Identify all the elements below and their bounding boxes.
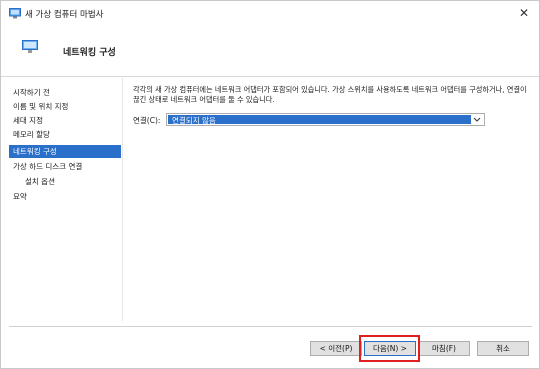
- page-title: 네트워킹 구성: [63, 48, 116, 58]
- previous-button[interactable]: < 이전(P): [310, 341, 362, 356]
- chevron-down-icon: [473, 116, 481, 125]
- close-button[interactable]: ✕: [513, 4, 535, 22]
- sidebar-divider: [122, 78, 123, 321]
- connection-dropdown-value: 연결되지 않음: [172, 116, 216, 125]
- hyper-v-window-icon: [9, 8, 21, 21]
- wizard-window: 새 가상 컴퓨터 마법사 ✕ 네트워킹 구성 시작하기 전 이름 및 위치 지정…: [0, 0, 540, 369]
- close-icon: ✕: [518, 6, 530, 20]
- sidebar-item-networking[interactable]: 네트워킹 구성: [9, 145, 121, 158]
- connection-dropdown-selection: 연결되지 않음: [168, 115, 471, 125]
- finish-button[interactable]: 마침(F): [418, 341, 470, 356]
- sidebar-item-name-location[interactable]: 이름 및 위치 지정: [9, 100, 121, 113]
- sidebar-item-generation[interactable]: 세대 지정: [9, 114, 121, 127]
- networking-description: 각각의 새 가상 컴퓨터에는 네트워크 어댑터가 포함되어 있습니다. 가상 스…: [133, 85, 527, 104]
- cancel-button[interactable]: 취소: [477, 341, 529, 356]
- wizard-steps-nav: 시작하기 전 이름 및 위치 지정 세대 지정 메모리 할당 네트워킹 구성 가…: [1, 78, 122, 326]
- connection-dropdown[interactable]: 연결되지 않음: [166, 113, 485, 126]
- next-button-highlight: [359, 335, 420, 362]
- wizard-header: 네트워킹 구성: [1, 25, 539, 77]
- window-title: 새 가상 컴퓨터 마법사: [25, 10, 104, 20]
- sidebar-item-virtual-hard-disk[interactable]: 가상 하드 디스크 연결: [9, 160, 121, 173]
- footer-divider: [9, 326, 532, 327]
- connection-label: 연결(C):: [133, 116, 161, 125]
- sidebar-item-memory[interactable]: 메모리 할당: [9, 128, 121, 141]
- sidebar-item-installation-options[interactable]: 설치 옵션: [9, 175, 121, 188]
- network-adapter-icon: [22, 40, 38, 56]
- sidebar-item-summary[interactable]: 요약: [9, 190, 121, 203]
- sidebar-item-before-you-begin[interactable]: 시작하기 전: [9, 86, 121, 99]
- title-bar: 새 가상 컴퓨터 마법사 ✕: [1, 1, 539, 25]
